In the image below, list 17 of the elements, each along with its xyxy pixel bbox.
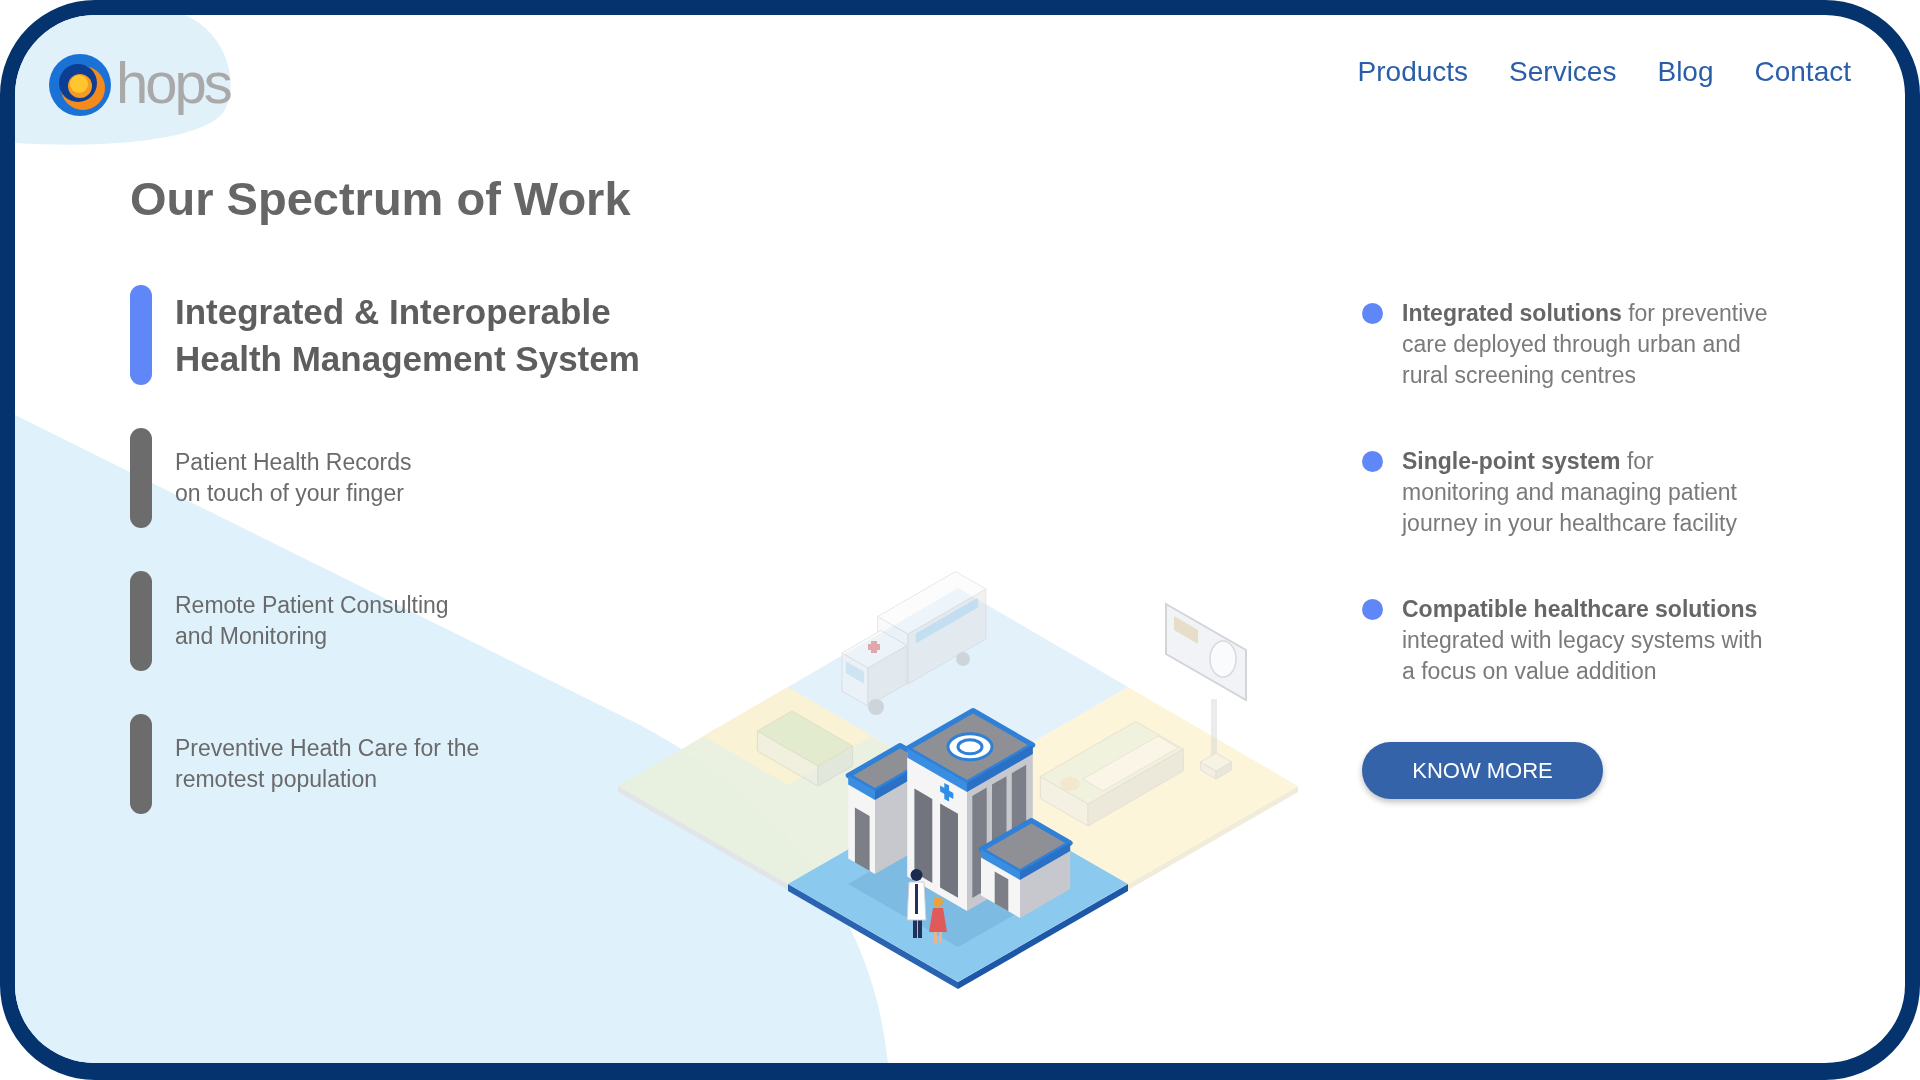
- work-area-item[interactable]: Patient Health Records on touch of your finger: [175, 447, 412, 509]
- highlight-text: Single-point system for monitoring and managing patient journey in your healthcare facility: [1402, 447, 1737, 538]
- bullet-icon: [1362, 599, 1383, 620]
- logo-icon: [49, 54, 111, 116]
- bullet-icon: [1362, 451, 1383, 472]
- nav-link[interactable]: Services: [1509, 55, 1617, 89]
- know-more-button[interactable]: KNOW MORE: [1362, 742, 1603, 799]
- work-area-item[interactable]: Integrated & Interoperable Health Management System: [175, 288, 640, 382]
- section-heading: Our Spectrum of Work: [130, 171, 632, 227]
- nav-link[interactable]: Products: [1357, 55, 1469, 89]
- nav-link[interactable]: Contact: [1754, 55, 1851, 89]
- work-area-item[interactable]: Remote Patient Consulting and Monitoring: [175, 590, 449, 652]
- work-area-item[interactable]: Preventive Heath Care for the remotest population: [175, 733, 480, 795]
- bullet-icon: [1362, 303, 1383, 324]
- highlight-text: Integrated solutions for preventive care deployed through urban and rural screening centres: [1402, 299, 1768, 390]
- highlight-text: Compatible healthcare solutions integrated with legacy systems with a focus on value addition: [1402, 595, 1763, 686]
- nav-link[interactable]: Blog: [1657, 55, 1714, 89]
